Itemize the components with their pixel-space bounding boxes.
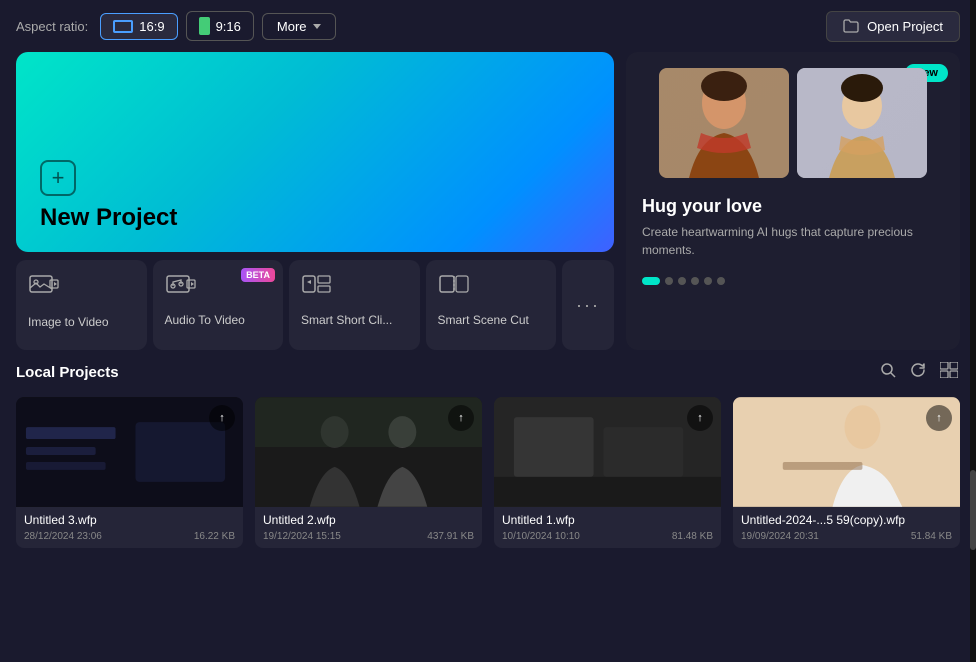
project-thumb-1: ↑ [16,397,243,507]
more-dots-icon: ··· [576,295,600,316]
image-to-video-label: Image to Video [28,315,109,331]
dot-3[interactable] [678,277,686,285]
project-date-2: 19/12/2024 15:15 [263,531,341,542]
project-size-1: 16.22 KB [194,531,235,542]
dot-4[interactable] [691,277,699,285]
folder-icon [843,19,859,33]
feature-thumb-2 [797,68,927,178]
project-name-1: Untitled 3.wfp [24,513,235,527]
carousel-dots [626,269,960,293]
chevron-down-icon [313,24,321,29]
search-icon [880,362,896,378]
smart-short-clip-icon [301,272,333,305]
smart-scene-cut-icon [438,272,470,305]
project-info-4: Untitled-2024-...5 59(copy).wfp 19/09/20… [733,507,960,548]
project-name-4: Untitled-2024-...5 59(copy).wfp [741,513,952,527]
feature-images [626,52,960,188]
project-info-2: Untitled 2.wfp 19/12/2024 15:15 437.91 K… [255,507,482,548]
feature-card: New [626,52,960,350]
view-toggle-button[interactable] [938,360,960,385]
grid-list-icon [940,362,958,378]
more-button[interactable]: More [262,13,336,40]
scroll-thumb[interactable] [970,470,976,550]
project-size-4: 51.84 KB [911,531,952,542]
project-size-3: 81.48 KB [672,531,713,542]
projects-header: Local Projects [16,360,960,385]
project-date-3: 10/10/2024 10:10 [502,531,580,542]
new-project-card[interactable]: New Project [16,52,614,252]
project-date-1: 28/12/2024 23:06 [24,531,102,542]
tool-card-image-to-video[interactable]: Image to Video [16,260,147,350]
project-info-1: Untitled 3.wfp 28/12/2024 23:06 16.22 KB [16,507,243,548]
project-thumb-2: ↑ [255,397,482,507]
local-projects-title: Local Projects [16,364,878,381]
project-card-1[interactable]: ↑ Untitled 3.wfp 28/12/2024 23:06 16.22 … [16,397,243,548]
tool-row: Image to Video BETA Audio To Video [16,260,614,350]
dot-1[interactable] [642,277,660,285]
aspect-16-9-button[interactable]: 16:9 [100,13,177,40]
open-project-label: Open Project [867,19,943,34]
feature-thumb-1 [659,68,789,178]
project-size-2: 437.91 KB [427,531,474,542]
dot-6[interactable] [717,277,725,285]
projects-grid: ↑ Untitled 3.wfp 28/12/2024 23:06 16.22 … [16,397,960,548]
local-projects-section: Local Projects [0,360,976,548]
audio-to-video-label: Audio To Video [165,313,245,329]
dot-2[interactable] [665,277,673,285]
project-card-2[interactable]: ↑ Untitled 2.wfp 19/12/2024 15:15 437.91… [255,397,482,548]
smart-short-clip-label: Smart Short Cli... [301,313,392,329]
upload-icon-3[interactable]: ↑ [687,405,713,431]
tool-card-smart-short-clip[interactable]: Smart Short Cli... [289,260,420,350]
project-meta-2: 19/12/2024 15:15 437.91 KB [263,531,474,542]
portrait-icon [199,17,210,35]
upload-icon-4[interactable]: ↑ [926,405,952,431]
project-thumb-4: ↑ [733,397,960,507]
project-meta-3: 10/10/2024 10:10 81.48 KB [502,531,713,542]
project-name-2: Untitled 2.wfp [263,513,474,527]
ratio-9-16-label: 9:16 [216,19,241,34]
aspect-9-16-button[interactable]: 9:16 [186,11,254,41]
project-meta-4: 19/09/2024 20:31 51.84 KB [741,531,952,542]
project-name-3: Untitled 1.wfp [502,513,713,527]
plus-icon [40,160,76,196]
main-area: New Project Image to Video [0,52,976,360]
tool-card-smart-scene-cut[interactable]: Smart Scene Cut [426,260,557,350]
more-label: More [277,19,307,34]
header-actions [878,360,960,385]
dot-5[interactable] [704,277,712,285]
project-thumb-3: ↑ [494,397,721,507]
upload-icon-1[interactable]: ↑ [209,405,235,431]
more-tools-card[interactable]: ··· [562,260,614,350]
beta-badge: BETA [241,268,275,282]
smart-scene-cut-label: Smart Scene Cut [438,313,529,329]
left-panel: New Project Image to Video [16,52,614,350]
project-info-3: Untitled 1.wfp 10/10/2024 10:10 81.48 KB [494,507,721,548]
project-card-3[interactable]: ↑ Untitled 1.wfp 10/10/2024 10:10 81.48 … [494,397,721,548]
feature-title: Hug your love [642,196,944,217]
ratio-16-9-label: 16:9 [139,19,164,34]
tool-card-audio-to-video[interactable]: BETA Audio To Video [153,260,284,350]
landscape-icon [113,20,133,33]
upload-icon-2[interactable]: ↑ [448,405,474,431]
audio-to-video-icon [165,272,197,305]
refresh-icon [910,362,926,378]
feature-info: Hug your love Create heartwarming AI hug… [626,188,960,269]
feature-description: Create heartwarming AI hugs that capture… [642,223,944,259]
search-button[interactable] [878,360,898,385]
refresh-button[interactable] [908,360,928,385]
open-project-button[interactable]: Open Project [826,11,960,42]
image-to-video-icon [28,272,60,307]
project-meta-1: 28/12/2024 23:06 16.22 KB [24,531,235,542]
project-card-4[interactable]: ↑ Untitled-2024-...5 59(copy).wfp 19/09/… [733,397,960,548]
project-date-4: 19/09/2024 20:31 [741,531,819,542]
top-bar: Aspect ratio: 16:9 9:16 More Open Projec… [0,0,976,52]
new-project-title: New Project [40,204,590,232]
aspect-ratio-label: Aspect ratio: [16,19,88,34]
scroll-track [970,0,976,662]
